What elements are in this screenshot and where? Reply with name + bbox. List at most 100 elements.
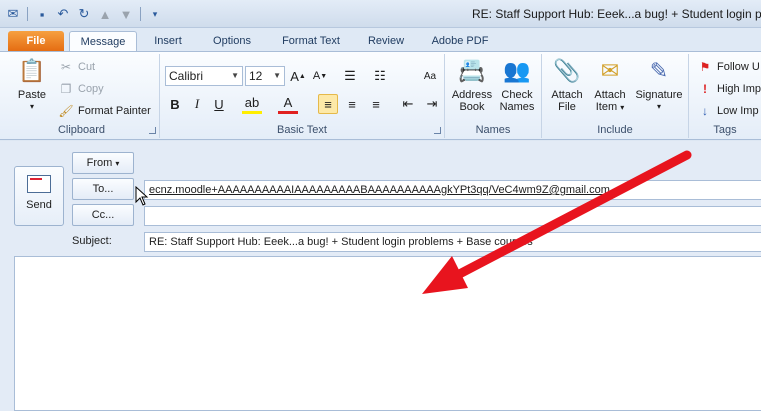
grow-font-icon[interactable]: A ▲ bbox=[288, 66, 308, 86]
attach-file-label-2: File bbox=[558, 101, 576, 113]
subject-field[interactable]: RE: Staff Support Hub: Eeek...a bug! + S… bbox=[144, 232, 761, 252]
bold-icon[interactable]: B bbox=[165, 94, 185, 114]
previous-item-icon[interactable]: ▲ bbox=[96, 5, 114, 23]
tab-options[interactable]: Options bbox=[204, 31, 260, 52]
message-body[interactable] bbox=[14, 256, 761, 411]
check-names-label-1: Check bbox=[501, 89, 533, 101]
address-book-label-2: Book bbox=[459, 101, 485, 113]
attach-file-button[interactable]: 📎 Attach File bbox=[546, 56, 588, 114]
numbering-icon[interactable]: ☷ bbox=[370, 66, 390, 86]
tab-format-text[interactable]: Format Text bbox=[274, 31, 348, 52]
italic-icon[interactable]: I bbox=[187, 94, 207, 114]
format-painter-label: Format Painter bbox=[78, 105, 151, 117]
address-book-button[interactable]: 📇 Address Book bbox=[449, 56, 495, 114]
tab-review[interactable]: Review bbox=[360, 31, 412, 52]
tags-label: Tags bbox=[713, 124, 737, 136]
send-label: Send bbox=[26, 199, 52, 211]
font-name-select[interactable]: Calibri ▼ bbox=[165, 66, 243, 86]
window-title: RE: Staff Support Hub: Eeek...a bug! + S… bbox=[472, 7, 761, 21]
send-envelope-icon bbox=[27, 175, 51, 193]
paste-label: Paste bbox=[17, 89, 47, 101]
to-field[interactable]: ecnz.moodle+AAAAAAAAAAIAAAAAAAAABAAAAAAA… bbox=[144, 180, 761, 200]
chevron-down-icon: ▾ bbox=[656, 102, 661, 111]
check-names-icon: 👥 bbox=[503, 58, 531, 83]
clipboard-launcher-icon[interactable] bbox=[149, 127, 156, 134]
undo-icon[interactable]: ↶ bbox=[54, 5, 72, 23]
ribbon: 📋 Paste ▾ ✂ Cut ❐ Copy 🖌 Format Painter … bbox=[0, 51, 761, 140]
font-size-select[interactable]: 12 ▼ bbox=[245, 66, 285, 86]
format-painter-button[interactable]: 🖌 Format Painter bbox=[58, 102, 151, 120]
from-label: From bbox=[86, 157, 113, 169]
shrink-font-icon[interactable]: A ▼ bbox=[310, 66, 330, 86]
mouse-cursor-icon bbox=[135, 186, 149, 206]
clear-formatting-icon[interactable]: Aa bbox=[420, 66, 440, 86]
scissors-icon: ✂ bbox=[60, 60, 72, 74]
customize-qat-icon[interactable]: ▾ bbox=[146, 5, 164, 23]
tab-adobe-pdf[interactable]: Adobe PDF bbox=[424, 31, 496, 52]
subject-label: Subject: bbox=[72, 235, 112, 247]
signature-button[interactable]: ✎ Signature ▾ bbox=[632, 56, 686, 113]
basic-text-label: Basic Text bbox=[277, 124, 327, 136]
font-name-value: Calibri bbox=[169, 69, 204, 83]
low-importance-button[interactable]: ↓ Low Imp bbox=[697, 102, 759, 120]
to-recipient[interactable]: ecnz.moodle+AAAAAAAAAAIAAAAAAAAABAAAAAAA… bbox=[149, 184, 610, 196]
align-right-icon[interactable]: ≡ bbox=[366, 94, 386, 114]
tab-insert[interactable]: Insert bbox=[145, 31, 191, 52]
exclamation-icon: ! bbox=[703, 82, 707, 96]
brush-icon: 🖌 bbox=[58, 104, 74, 118]
follow-up-button[interactable]: ⚑ Follow U bbox=[697, 58, 760, 76]
ribbon-tabs: File Message Insert Options Format Text … bbox=[0, 28, 761, 52]
paste-button[interactable]: 📋 Paste ▾ bbox=[12, 56, 52, 113]
cut-label: Cut bbox=[78, 61, 96, 73]
tab-message[interactable]: Message bbox=[69, 31, 137, 52]
copy-button[interactable]: ❐ Copy bbox=[58, 80, 104, 98]
title-bar: ✉ ▪ ↶ ↻ ▲ ▼ ▾ RE: Staff Support Hub: Eee… bbox=[0, 0, 761, 28]
font-color-icon[interactable]: A bbox=[278, 94, 298, 114]
tab-file[interactable]: File bbox=[8, 31, 64, 52]
attach-item-label-row: Item ▾ bbox=[588, 101, 632, 114]
outlook-icon[interactable]: ✉ bbox=[4, 5, 22, 23]
attach-item-label-2: Item bbox=[595, 101, 618, 113]
underline-icon[interactable]: U bbox=[209, 94, 229, 114]
down-arrow-icon: ↓ bbox=[702, 104, 708, 118]
check-names-button[interactable]: 👥 Check Names bbox=[495, 56, 539, 114]
attach-file-label-1: Attach bbox=[551, 89, 583, 101]
save-icon[interactable]: ▪ bbox=[33, 5, 51, 23]
follow-up-label: Follow U bbox=[717, 61, 760, 73]
include-label: Include bbox=[597, 124, 633, 136]
chevron-down-icon: ▾ bbox=[115, 159, 120, 168]
basic-text-launcher-icon[interactable] bbox=[434, 127, 441, 134]
chevron-down-icon: ▾ bbox=[620, 103, 625, 112]
increase-indent-icon[interactable]: ⇥ bbox=[422, 94, 442, 114]
send-button[interactable]: Send bbox=[14, 166, 64, 226]
from-button[interactable]: From ▾ bbox=[72, 152, 134, 174]
redo-icon[interactable]: ↻ bbox=[75, 5, 93, 23]
to-button[interactable]: To... bbox=[72, 178, 134, 200]
clipboard-label: Clipboard bbox=[57, 124, 106, 136]
copy-icon: ❐ bbox=[60, 82, 72, 96]
paperclip-icon: 📎 bbox=[553, 58, 581, 83]
basic-text-group: Calibri ▼ 12 ▼ A ▲ A ▼ ☰ ☷ Aa B I U ab A ≡… bbox=[160, 54, 445, 138]
envelope-icon: ✉ bbox=[600, 58, 620, 83]
cc-button[interactable]: Cc... bbox=[72, 204, 134, 226]
cut-button[interactable]: ✂ Cut bbox=[58, 58, 95, 76]
address-book-icon: 📇 bbox=[458, 58, 486, 83]
decrease-indent-icon[interactable]: ⇤ bbox=[398, 94, 418, 114]
high-importance-button[interactable]: ! High Imp bbox=[697, 80, 761, 98]
names-label: Names bbox=[475, 124, 511, 136]
quick-access-toolbar: ✉ ▪ ↶ ↻ ▲ ▼ ▾ bbox=[4, 5, 164, 23]
align-left-icon[interactable]: ≡ bbox=[318, 94, 338, 114]
next-item-icon[interactable]: ▼ bbox=[117, 5, 135, 23]
align-center-icon[interactable]: ≡ bbox=[342, 94, 362, 114]
attach-item-button[interactable]: ✉ Attach Item ▾ bbox=[588, 56, 632, 114]
high-importance-label: High Imp bbox=[717, 83, 761, 95]
check-names-label-2: Names bbox=[499, 101, 535, 113]
qat-separator bbox=[27, 7, 28, 21]
highlight-icon[interactable]: ab bbox=[242, 94, 262, 114]
signature-label: Signature bbox=[635, 89, 683, 101]
include-group: 📎 Attach File ✉ Attach Item ▾ ✎ Signatur… bbox=[542, 54, 689, 138]
bullets-icon[interactable]: ☰ bbox=[340, 66, 360, 86]
clipboard-group: 📋 Paste ▾ ✂ Cut ❐ Copy 🖌 Format Painter … bbox=[4, 54, 160, 138]
cc-field[interactable] bbox=[144, 206, 761, 226]
qat-separator bbox=[140, 7, 141, 21]
